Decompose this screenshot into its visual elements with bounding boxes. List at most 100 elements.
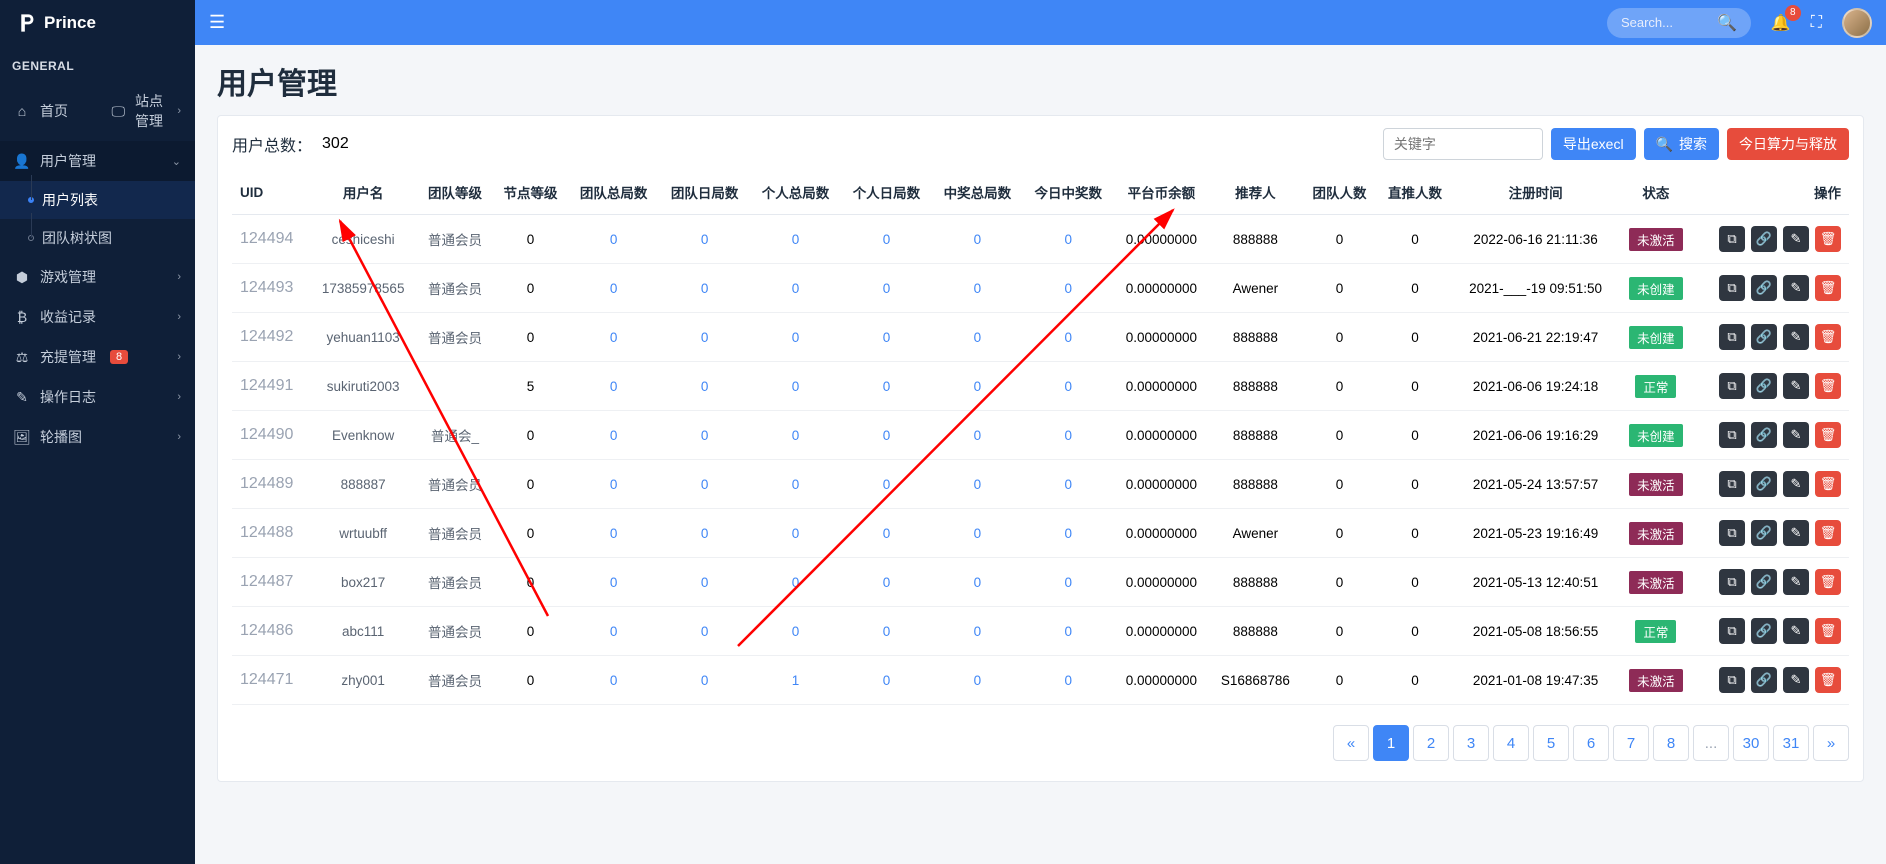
link-button[interactable]: 🔗 xyxy=(1751,569,1777,595)
delete-button[interactable]: 🗑 xyxy=(1815,618,1841,644)
delete-button[interactable]: 🗑 xyxy=(1815,275,1841,301)
link-button[interactable]: 🔗 xyxy=(1751,471,1777,497)
delete-button[interactable]: 🗑 xyxy=(1815,471,1841,497)
nav-home[interactable]: ⌂ 首页 xyxy=(0,81,98,141)
copy-button[interactable]: ⧉ xyxy=(1719,373,1745,399)
link-button[interactable]: 🔗 xyxy=(1751,667,1777,693)
cell-team: 0 xyxy=(1302,264,1377,313)
hamburger-icon[interactable]: ☰ xyxy=(209,12,225,33)
status-badge: 正常 xyxy=(1635,620,1676,643)
page-5[interactable]: 5 xyxy=(1533,725,1569,761)
action-group: ⧉🔗✎🗑 xyxy=(1699,324,1841,350)
cell-uid: 124486 xyxy=(232,607,309,656)
fullscreen-icon[interactable]: ⛶ xyxy=(1811,14,1822,32)
page-next[interactable]: » xyxy=(1813,725,1849,761)
cell-team: 0 xyxy=(1302,215,1377,264)
cell-tt: 0 xyxy=(568,313,659,362)
link-button[interactable]: 🔗 xyxy=(1751,324,1777,350)
action-group: ⧉🔗✎🗑 xyxy=(1699,373,1841,399)
main: ☰ 🔍 🔔 8 ⛶ 用户管理 用户总数： 302 导出execl � xyxy=(195,0,1886,864)
link-button[interactable]: 🔗 xyxy=(1751,422,1777,448)
cell-team: 0 xyxy=(1302,607,1377,656)
link-button[interactable]: 🔗 xyxy=(1751,520,1777,546)
nav-oplog[interactable]: ✎ 操作日志 › xyxy=(0,377,195,417)
keyword-input[interactable] xyxy=(1383,128,1543,160)
release-button[interactable]: 今日算力与释放 xyxy=(1727,128,1849,160)
edit-button[interactable]: ✎ xyxy=(1783,324,1809,350)
edit-button[interactable]: ✎ xyxy=(1783,471,1809,497)
copy-button[interactable]: ⧉ xyxy=(1719,226,1745,252)
link-button[interactable]: 🔗 xyxy=(1751,275,1777,301)
edit-button[interactable]: ✎ xyxy=(1783,422,1809,448)
edit-button[interactable]: ✎ xyxy=(1783,373,1809,399)
page-2[interactable]: 2 xyxy=(1413,725,1449,761)
table-row: 12449317385978565普通会员00000000.00000000Aw… xyxy=(232,264,1849,313)
home-icon: ⌂ xyxy=(14,103,30,119)
copy-button[interactable]: ⧉ xyxy=(1719,520,1745,546)
edit-button[interactable]: ✎ xyxy=(1783,520,1809,546)
page-prev[interactable]: « xyxy=(1333,725,1369,761)
cell-time: 2022-06-16 21:11:36 xyxy=(1453,215,1619,264)
search-icon[interactable]: 🔍 xyxy=(1717,13,1737,33)
cell-ref: Awener xyxy=(1209,264,1302,313)
search-input[interactable] xyxy=(1621,15,1711,30)
cell-wt: 0 xyxy=(932,509,1023,558)
page-6[interactable]: 6 xyxy=(1573,725,1609,761)
copy-button[interactable]: ⧉ xyxy=(1719,667,1745,693)
link-button[interactable]: 🔗 xyxy=(1751,226,1777,252)
copy-button[interactable]: ⧉ xyxy=(1719,275,1745,301)
delete-button[interactable]: 🗑 xyxy=(1815,520,1841,546)
cell-wd: 0 xyxy=(1023,313,1114,362)
nav-carousel[interactable]: 🖼 轮播图 › xyxy=(0,417,195,457)
nav-team-tree[interactable]: 团队树状图 xyxy=(0,219,195,257)
copy-button[interactable]: ⧉ xyxy=(1719,471,1745,497)
status-badge: 未创建 xyxy=(1629,326,1683,349)
delete-button[interactable]: 🗑 xyxy=(1815,569,1841,595)
edit-button[interactable]: ✎ xyxy=(1783,618,1809,644)
nav-site-mgmt[interactable]: 🖵 站点管理 › xyxy=(98,81,196,141)
nav-income-label: 收益记录 xyxy=(40,307,96,327)
edit-button[interactable]: ✎ xyxy=(1783,569,1809,595)
nav-user-list[interactable]: 用户列表 xyxy=(0,181,195,219)
edit-button[interactable]: ✎ xyxy=(1783,667,1809,693)
copy-button[interactable]: ⧉ xyxy=(1719,324,1745,350)
page-31[interactable]: 31 xyxy=(1773,725,1809,761)
page-3[interactable]: 3 xyxy=(1453,725,1489,761)
cell-direct: 0 xyxy=(1377,656,1452,705)
edit-button[interactable]: ✎ xyxy=(1783,226,1809,252)
avatar[interactable] xyxy=(1842,8,1872,38)
edit-button[interactable]: ✎ xyxy=(1783,275,1809,301)
nav-user-mgmt[interactable]: 👤 用户管理 ⌄ xyxy=(0,141,195,181)
delete-button[interactable]: 🗑 xyxy=(1815,667,1841,693)
cell-username: sukiruti2003 xyxy=(309,362,417,411)
cell-actions: ⧉🔗✎🗑 xyxy=(1693,558,1849,607)
delete-button[interactable]: 🗑 xyxy=(1815,324,1841,350)
cell-wd: 0 xyxy=(1023,362,1114,411)
page-7[interactable]: 7 xyxy=(1613,725,1649,761)
copy-button[interactable]: ⧉ xyxy=(1719,618,1745,644)
cell-actions: ⧉🔗✎🗑 xyxy=(1693,607,1849,656)
cell-username: wrtuubff xyxy=(309,509,417,558)
page: 用户管理 用户总数： 302 导出execl 🔍搜索 今日算力与释放 UID用户… xyxy=(195,45,1886,796)
link-button[interactable]: 🔗 xyxy=(1751,618,1777,644)
nav-recharge[interactable]: ⚖ 充提管理 8 › xyxy=(0,337,195,377)
page-4[interactable]: 4 xyxy=(1493,725,1529,761)
export-button[interactable]: 导出execl xyxy=(1551,128,1636,160)
page-1[interactable]: 1 xyxy=(1373,725,1409,761)
copy-button[interactable]: ⧉ xyxy=(1719,422,1745,448)
delete-button[interactable]: 🗑 xyxy=(1815,373,1841,399)
delete-button[interactable]: 🗑 xyxy=(1815,226,1841,252)
recharge-badge: 8 xyxy=(110,350,128,364)
cell-node: 5 xyxy=(493,362,568,411)
page-8[interactable]: 8 xyxy=(1653,725,1689,761)
delete-button[interactable]: 🗑 xyxy=(1815,422,1841,448)
link-button[interactable]: 🔗 xyxy=(1751,373,1777,399)
table-row: 124494ceshiceshi普通会员00000000.00000000888… xyxy=(232,215,1849,264)
copy-button[interactable]: ⧉ xyxy=(1719,569,1745,595)
search-button[interactable]: 🔍搜索 xyxy=(1644,128,1719,160)
page-30[interactable]: 30 xyxy=(1733,725,1769,761)
nav-game-mgmt[interactable]: ⬢ 游戏管理 › xyxy=(0,257,195,297)
nav-income[interactable]: ₿ 收益记录 › xyxy=(0,297,195,337)
notifications-button[interactable]: 🔔 8 xyxy=(1771,13,1791,33)
col-header: 用户名 xyxy=(309,170,417,215)
